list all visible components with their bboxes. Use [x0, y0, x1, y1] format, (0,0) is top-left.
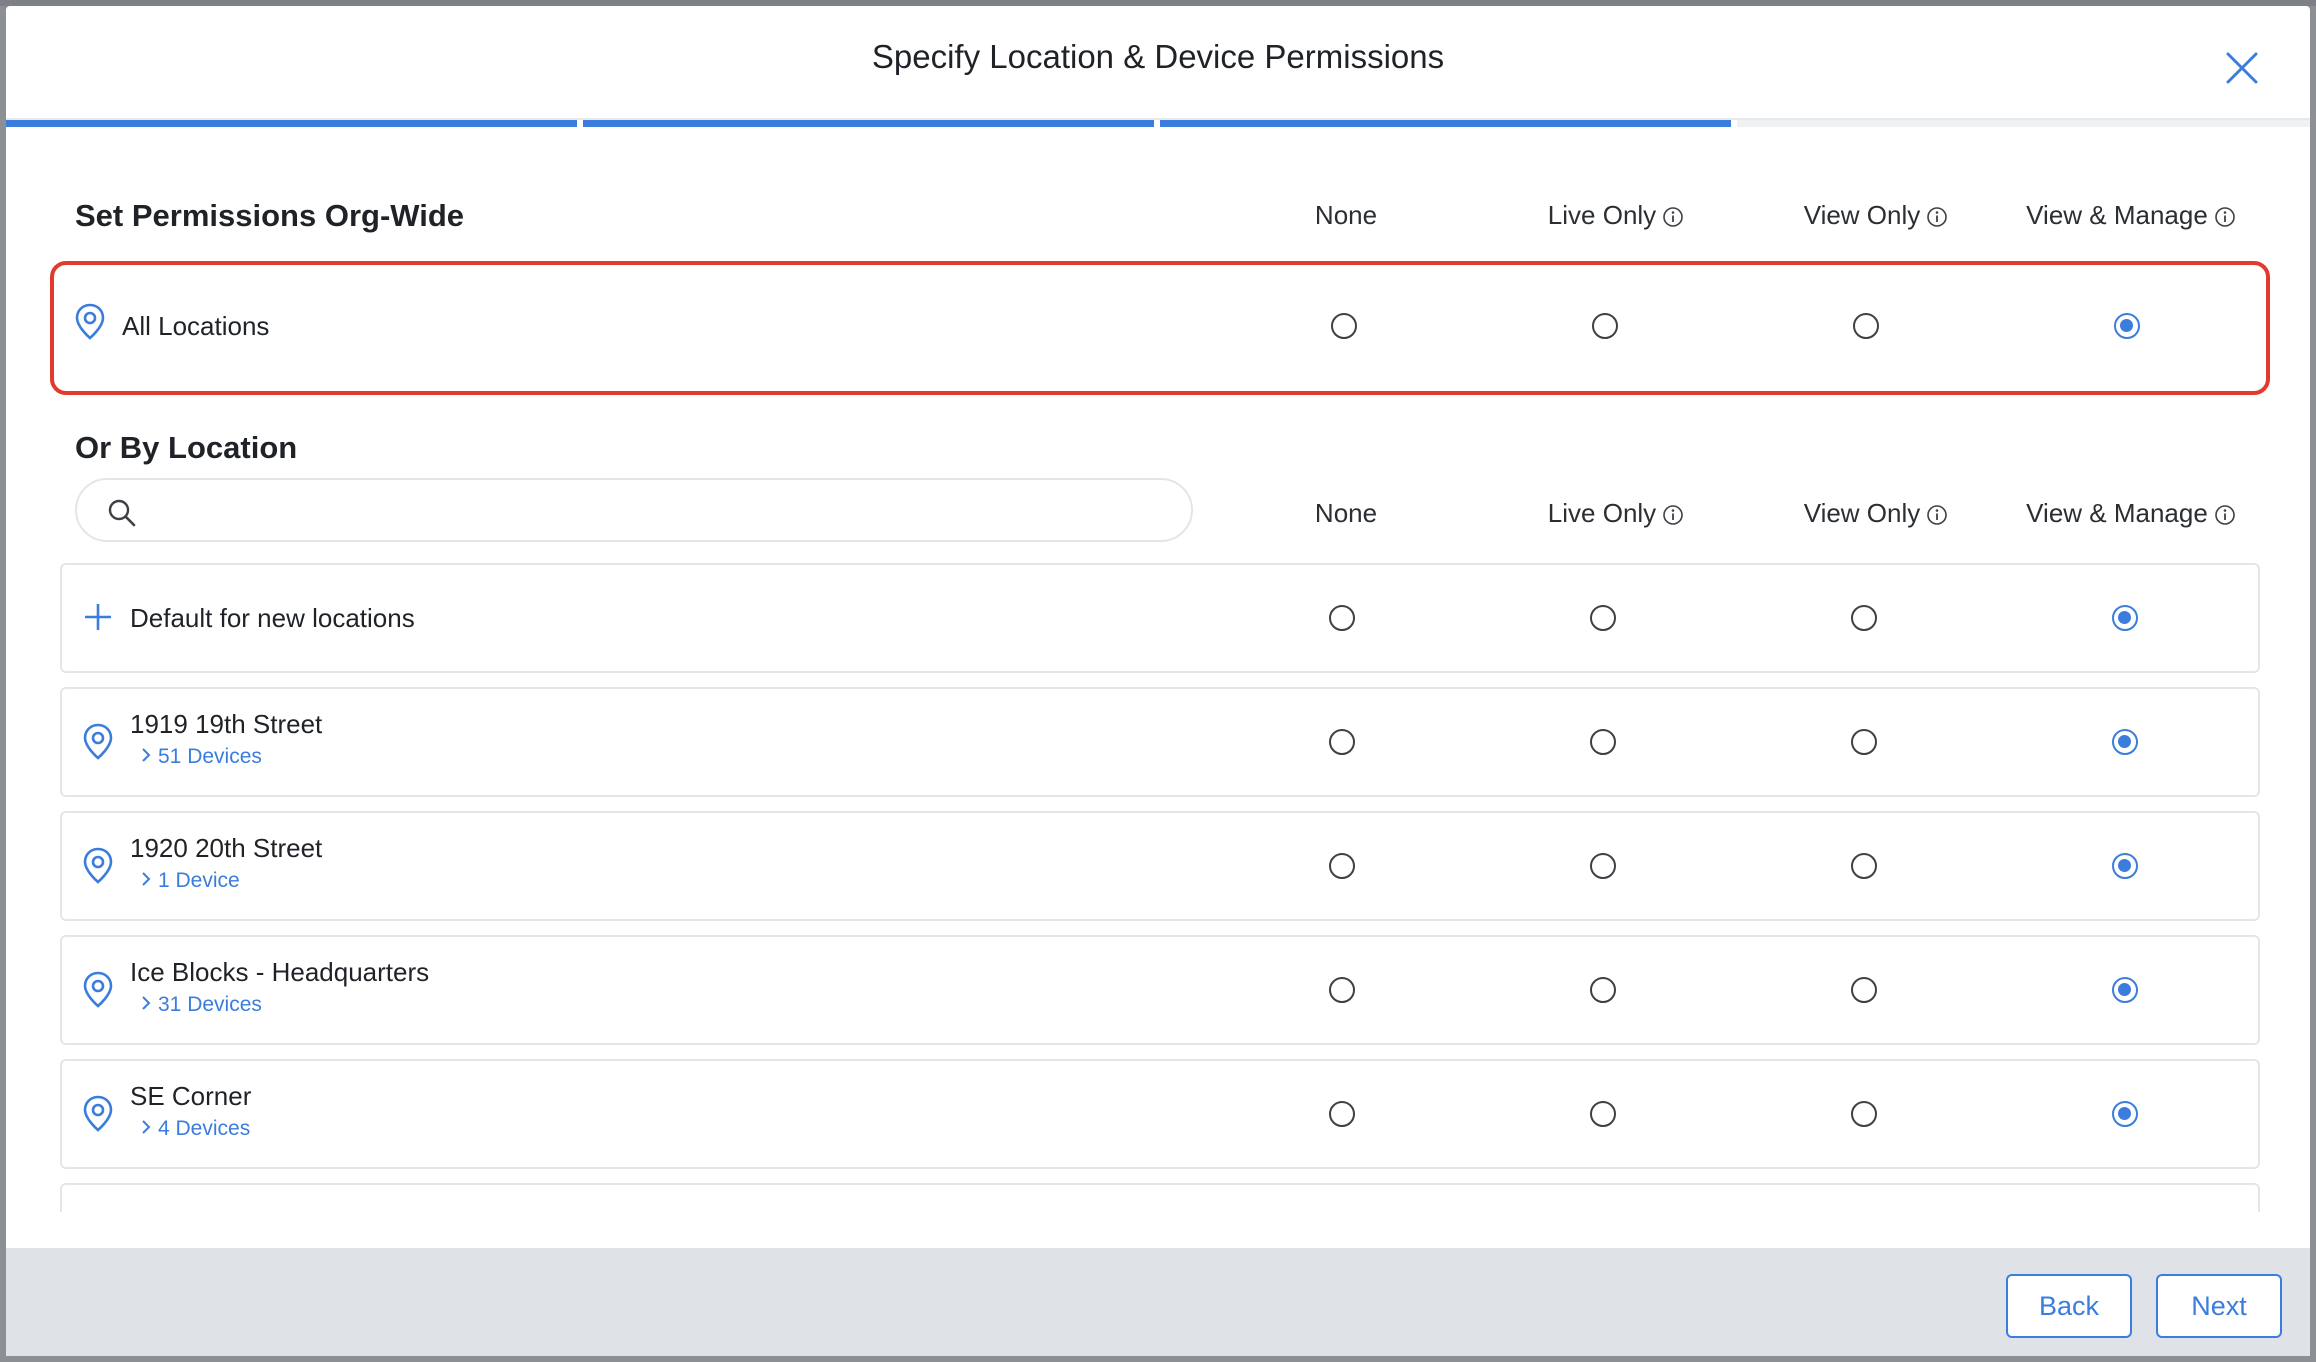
radio-live-only[interactable]: [1590, 1101, 1616, 1127]
org-wide-title: Set Permissions Org-Wide: [75, 198, 465, 233]
radio-view-only[interactable]: [1851, 729, 1877, 755]
column-view-only-label: View Only: [1803, 498, 1921, 528]
radio-live-only[interactable]: [1592, 313, 1618, 339]
column-view-only: View Only: [1766, 498, 1986, 529]
radio-none[interactable]: [1329, 853, 1355, 879]
modal-footer: Back Next: [6, 1248, 2310, 1360]
radio-live-only[interactable]: [1590, 605, 1616, 631]
radio-none[interactable]: [1329, 729, 1355, 755]
permissions-modal: Specify Location & Device Permissions Se…: [6, 6, 2310, 1360]
device-count-label: 31 Devices: [158, 993, 262, 1016]
chevron-right-icon: [142, 996, 151, 1010]
device-count-link[interactable]: 1 Device: [140, 869, 240, 893]
default-new-locations-row: Default for new locations: [60, 563, 2260, 673]
plus-icon: [85, 604, 111, 630]
column-none-label: None: [1314, 200, 1378, 230]
column-live-only: Live Only: [1506, 498, 1726, 529]
backdrop-bottom: [0, 1356, 2316, 1362]
next-button[interactable]: Next: [2156, 1274, 2282, 1338]
radio-view-only[interactable]: [1851, 1101, 1877, 1127]
column-live-only-label: Live Only: [1547, 498, 1657, 528]
location-name: Ice Blocks - Headquarters: [130, 957, 430, 987]
info-icon[interactable]: [1926, 504, 1948, 526]
radio-none[interactable]: [1329, 605, 1355, 631]
info-icon[interactable]: [1662, 504, 1684, 526]
chevron-right-icon: [142, 872, 151, 886]
device-count-link[interactable]: 51 Devices: [140, 745, 262, 769]
location-pin-icon: [83, 723, 113, 760]
all-locations-row: All Locations: [50, 261, 2270, 395]
search-icon: [108, 499, 136, 527]
radio-view-only[interactable]: [1851, 977, 1877, 1003]
column-none: None: [1261, 200, 1431, 231]
step-progress-bar: [6, 120, 2310, 127]
location-pin-icon: [83, 971, 113, 1008]
radio-view-only[interactable]: [1851, 853, 1877, 879]
column-none-label: None: [1314, 498, 1378, 528]
radio-view-manage[interactable]: [2112, 605, 2138, 631]
location-row: Ice Blocks - Headquarters 31 Devices: [60, 935, 2260, 1045]
scroll-mask: [6, 1212, 2310, 1248]
radio-none[interactable]: [1331, 313, 1357, 339]
info-icon[interactable]: [1662, 206, 1684, 228]
info-icon[interactable]: [1926, 206, 1948, 228]
column-view-only-label: View Only: [1803, 200, 1921, 230]
radio-live-only[interactable]: [1590, 729, 1616, 755]
info-icon[interactable]: [2214, 504, 2236, 526]
location-search[interactable]: [75, 478, 1193, 542]
radio-view-only[interactable]: [1851, 605, 1877, 631]
location-pin-icon: [75, 303, 105, 340]
progress-step-3: [1160, 120, 1731, 127]
radio-none[interactable]: [1329, 977, 1355, 1003]
column-view-manage-label: View & Manage: [2026, 498, 2208, 528]
all-locations-label: All Locations: [122, 311, 270, 341]
location-row: 1920 20th Street 1 Device: [60, 811, 2260, 921]
column-live-only: Live Only: [1506, 200, 1726, 231]
radio-live-only[interactable]: [1590, 977, 1616, 1003]
column-view-manage: View & Manage: [2006, 200, 2256, 231]
column-live-only-label: Live Only: [1547, 200, 1657, 230]
radio-view-manage[interactable]: [2112, 977, 2138, 1003]
progress-step-2: [583, 120, 1154, 127]
location-name: SE Corner: [130, 1081, 252, 1111]
radio-view-manage[interactable]: [2112, 1101, 2138, 1127]
device-count-link[interactable]: 4 Devices: [140, 1117, 250, 1141]
radio-view-manage[interactable]: [2112, 853, 2138, 879]
location-pin-icon: [83, 847, 113, 884]
column-none: None: [1261, 498, 1431, 529]
close-icon[interactable]: [2220, 46, 2264, 90]
device-count-label: 51 Devices: [158, 745, 262, 768]
radio-none[interactable]: [1329, 1101, 1355, 1127]
location-name: 1919 19th Street: [130, 709, 323, 739]
modal-title: Specify Location & Device Permissions: [871, 38, 1445, 75]
progress-step-1: [6, 120, 577, 127]
column-view-only: View Only: [1766, 200, 1986, 231]
location-name: 1920 20th Street: [130, 833, 323, 863]
location-pin-icon: [83, 1095, 113, 1132]
modal-header: Specify Location & Device Permissions: [6, 6, 2310, 120]
by-location-title: Or By Location: [75, 430, 298, 465]
chevron-right-icon: [142, 748, 151, 762]
progress-step-4: [1737, 120, 2310, 127]
column-view-manage: View & Manage: [2006, 498, 2256, 529]
radio-view-manage[interactable]: [2114, 313, 2140, 339]
radio-view-manage[interactable]: [2112, 729, 2138, 755]
back-button[interactable]: Back: [2006, 1274, 2132, 1338]
device-count-label: 1 Device: [158, 869, 240, 892]
device-count-link[interactable]: 31 Devices: [140, 993, 262, 1017]
radio-view-only[interactable]: [1853, 313, 1879, 339]
column-view-manage-label: View & Manage: [2026, 200, 2208, 230]
location-row: 1919 19th Street 51 Devices: [60, 687, 2260, 797]
search-input[interactable]: [149, 488, 1173, 534]
default-new-locations-label: Default for new locations: [130, 603, 415, 633]
chevron-right-icon: [142, 1120, 151, 1134]
radio-live-only[interactable]: [1590, 853, 1616, 879]
location-row: SE Corner 4 Devices: [60, 1059, 2260, 1169]
device-count-label: 4 Devices: [158, 1117, 251, 1140]
info-icon[interactable]: [2214, 206, 2236, 228]
